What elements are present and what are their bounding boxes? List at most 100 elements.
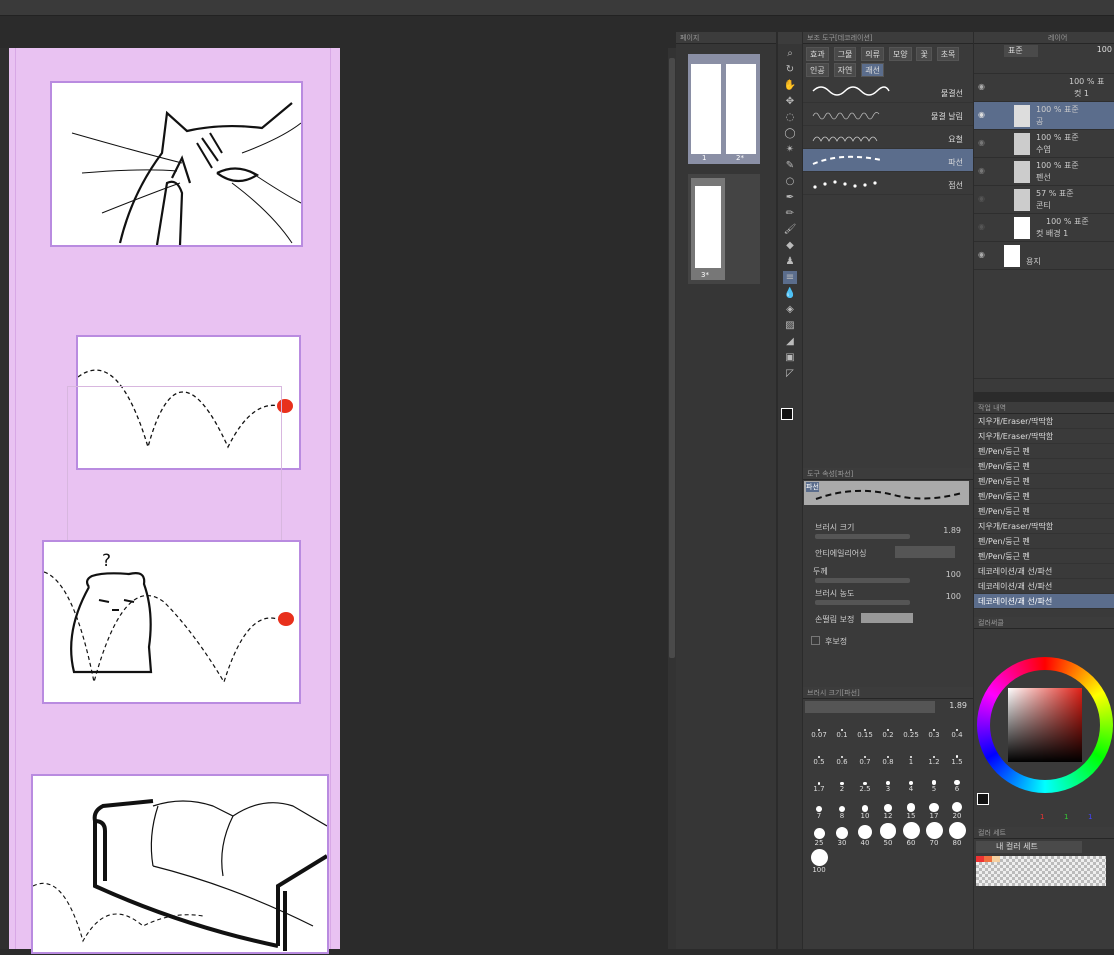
brush-size-preset[interactable]: 60 (900, 822, 922, 849)
comic-panel-4[interactable] (31, 774, 329, 954)
brush-size-preset[interactable]: 30 (831, 823, 853, 849)
prop-antialias[interactable]: 안티에일리어싱 (803, 542, 973, 564)
lasso-icon[interactable]: ◌ (783, 111, 797, 124)
brush-size-preset[interactable]: 0.8 (877, 742, 899, 768)
color-set-select[interactable]: 내 컬러 세트 (976, 841, 1082, 853)
brush-size-preset[interactable]: 12 (877, 796, 899, 822)
brush-size-preset[interactable]: 0.4 (946, 715, 968, 741)
move-icon[interactable]: ✥ (783, 95, 797, 108)
subtool-group-button[interactable]: 초목 (936, 47, 960, 61)
brush-size-preset[interactable]: 2 (831, 769, 853, 795)
history-item[interactable]: 펜/Pen/둥근 펜 (974, 489, 1114, 504)
brush-item[interactable]: 요철 (803, 126, 973, 149)
brush-item[interactable]: 물결 날림 (803, 103, 973, 126)
canvas-scrollbar[interactable] (668, 48, 676, 949)
layer-paper[interactable]: ◉ 용지 (974, 242, 1114, 270)
prop-density[interactable]: 브러시 농도 100 (803, 586, 973, 608)
history-item[interactable]: 데코레이션/괘 선/파선 (974, 564, 1114, 579)
airbrush-icon[interactable]: ♟ (783, 255, 797, 268)
brush-size-preset[interactable]: 1 (900, 742, 922, 768)
brush-size-preset[interactable]: 0.1 (831, 715, 853, 741)
brush-size-slider[interactable] (805, 701, 935, 713)
pencil-icon[interactable]: ✏ (783, 207, 797, 220)
brush-item[interactable]: 물결선 (803, 80, 973, 103)
brush-size-preset[interactable]: 17 (923, 796, 945, 822)
history-item[interactable]: 지우개/Eraser/딱딱함 (974, 429, 1114, 444)
pen-icon[interactable]: ✒ (783, 191, 797, 204)
brush-size-preset[interactable]: 1.7 (808, 769, 830, 795)
subtool-group-button[interactable]: 그물 (833, 47, 857, 61)
brush-size-preset[interactable]: 0.7 (854, 742, 876, 768)
main-color-swatch[interactable] (977, 793, 989, 805)
brush-size-preset[interactable]: 0.07 (808, 715, 830, 741)
eye-icon[interactable]: ◉ (978, 82, 985, 91)
eyedropper-icon[interactable]: ✎ (783, 159, 797, 172)
slider[interactable] (815, 600, 910, 605)
eye-icon[interactable]: ◉ (978, 166, 985, 175)
brush-item[interactable]: 점선 (803, 172, 973, 195)
history-item[interactable]: 데코레이션/괘 선/파선 (974, 594, 1114, 609)
eye-icon[interactable]: ◉ (978, 194, 985, 203)
layer-folder[interactable]: ◉ 100 % 표 컷 1 (974, 74, 1114, 102)
antialias-selector[interactable] (895, 546, 955, 558)
brush-size-preset[interactable]: 10 (854, 796, 876, 822)
ellipse-icon[interactable]: ○ (783, 175, 797, 188)
history-item[interactable]: 펜/Pen/둥근 펜 (974, 504, 1114, 519)
slider[interactable] (815, 534, 910, 539)
hand-icon[interactable]: ✋ (783, 79, 797, 92)
rotate-icon[interactable]: ↻ (783, 63, 797, 76)
hue-ring[interactable] (977, 657, 1113, 793)
history-item[interactable]: 지우개/Eraser/딱딱함 (974, 414, 1114, 429)
subtool-group-button[interactable]: 효과 (806, 47, 829, 61)
eye-icon[interactable]: ◉ (978, 250, 985, 259)
layer-item[interactable]: ◉ 100 % 표준 펜선 (974, 158, 1114, 186)
subtool-group-button[interactable]: 의류 (861, 47, 884, 61)
brush-size-preset[interactable]: 3 (877, 769, 899, 795)
brush-size-preset[interactable]: 0.25 (900, 715, 922, 741)
brush-size-preset[interactable]: 15 (900, 796, 922, 822)
brush-size-preset[interactable]: 8 (831, 796, 853, 822)
brush-size-preset[interactable]: 20 (946, 796, 968, 822)
saturation-value-square[interactable] (1008, 688, 1082, 762)
post-correction-checkbox[interactable] (811, 636, 820, 645)
comic-panel-3[interactable]: ? (42, 540, 301, 704)
brush-size-preset[interactable]: 6 (946, 769, 968, 795)
brush-size-preset[interactable]: 1.5 (946, 742, 968, 768)
slider[interactable] (815, 578, 910, 583)
history-item[interactable]: 펜/Pen/둥근 펜 (974, 444, 1114, 459)
brush-size-preset[interactable]: 5 (923, 769, 945, 795)
brush-size-preset[interactable]: 80 (946, 822, 968, 849)
subtool-group-button[interactable]: 꽃 (916, 47, 932, 61)
eye-icon[interactable]: ◉ (978, 222, 985, 231)
brush-icon[interactable]: 🖌 (783, 223, 797, 236)
thumbnail-spread-1[interactable]: 1 2* (688, 54, 760, 164)
history-item[interactable]: 지우개/Eraser/딱딱함 (974, 519, 1114, 534)
prop-post-correction[interactable]: 후보정 (803, 630, 973, 652)
subtool-group-button[interactable]: 자연 (833, 63, 857, 77)
brush-size-preset[interactable]: 1.2 (923, 742, 945, 768)
brush-size-preset[interactable]: 2.5 (854, 769, 876, 795)
decoration-icon[interactable]: ≡ (783, 271, 797, 284)
stabilization-bar[interactable] (861, 613, 913, 623)
history-item[interactable]: 데코레이션/괘 선/파선 (974, 579, 1114, 594)
history-item[interactable]: 펜/Pen/둥근 펜 (974, 474, 1114, 489)
blend-icon[interactable]: 💧 (783, 287, 797, 300)
brush-size-preset[interactable]: 0.15 (854, 715, 876, 741)
ruler-icon[interactable]: ◸ (783, 367, 797, 380)
layer-tab[interactable]: 레이어 (1048, 34, 1067, 42)
zoom-icon[interactable]: ⌕ (783, 47, 797, 60)
layer-item[interactable]: ◉ 100 % 표준 수염 (974, 130, 1114, 158)
gradient-icon[interactable]: ▨ (783, 319, 797, 332)
thumbnail-spread-2[interactable]: 3* (688, 174, 760, 284)
brush-size-preset[interactable]: 0.6 (831, 742, 853, 768)
main-color-swatch[interactable] (781, 408, 793, 420)
brush-size-preset[interactable]: 0.3 (923, 715, 945, 741)
layer-opacity[interactable]: 100 (1097, 45, 1112, 54)
fill-icon[interactable]: ◈ (783, 303, 797, 316)
brush-size-preset[interactable]: 0.2 (877, 715, 899, 741)
selection-icon[interactable]: ◯ (783, 127, 797, 140)
eraser-icon[interactable]: ◆ (783, 239, 797, 252)
brush-item-selected[interactable]: 파선 (803, 149, 973, 172)
brush-size-preset[interactable]: 0.5 (808, 742, 830, 768)
brush-size-preset[interactable]: 70 (923, 822, 945, 849)
